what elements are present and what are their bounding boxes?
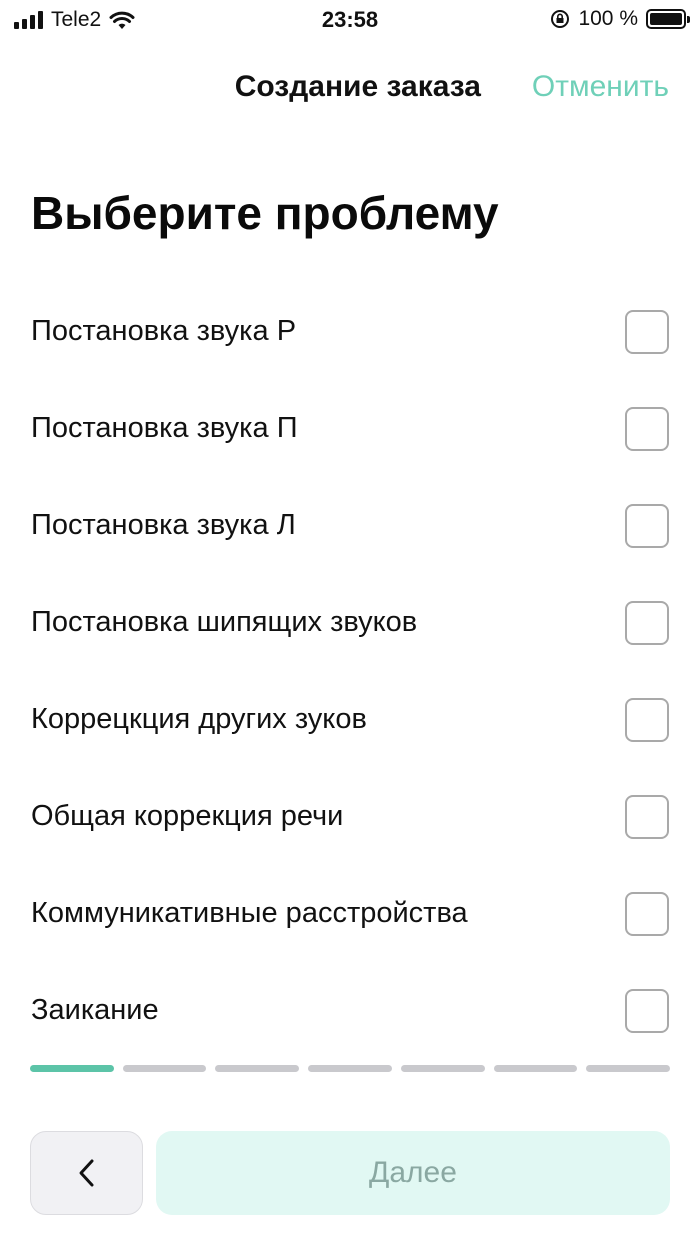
option-label: Постановка шипящих звуков: [31, 606, 418, 638]
back-button[interactable]: [30, 1131, 143, 1215]
step-progress: [30, 1065, 671, 1073]
page-title: Выберите проблему: [31, 187, 499, 239]
progress-step-3: [215, 1065, 300, 1072]
option-item[interactable]: Постановка звука П: [0, 380, 700, 477]
progress-step-4: [308, 1065, 392, 1072]
nav-title: Создание заказа: [234, 70, 481, 103]
option-checkbox[interactable]: [625, 989, 669, 1033]
progress-step-2: [122, 1065, 207, 1072]
battery-percent: 100 %: [578, 7, 638, 30]
progress-step-5: [400, 1065, 485, 1072]
status-bar: Tele2 23:58 100 %: [0, 0, 700, 40]
option-checkbox[interactable]: [625, 407, 669, 451]
option-label: Коммуникативные расстройства: [31, 897, 468, 929]
progress-step-6: [493, 1065, 578, 1072]
option-item[interactable]: Постановка звука Р: [0, 283, 700, 380]
option-checkbox[interactable]: [625, 698, 669, 742]
option-item[interactable]: Постановка звука Л: [0, 477, 700, 574]
option-checkbox[interactable]: [625, 795, 669, 839]
option-label: Постановка звука Л: [31, 509, 296, 541]
option-label: Постановка звука П: [31, 412, 298, 444]
next-button-label: Далее: [369, 1156, 457, 1189]
option-checkbox[interactable]: [625, 310, 669, 354]
status-bar-right: 100 %: [550, 7, 690, 31]
cancel-button[interactable]: Отменить: [532, 70, 669, 104]
option-label: Коррецкция других зуков: [31, 703, 367, 735]
option-checkbox[interactable]: [625, 892, 669, 936]
option-item[interactable]: Постановка шипящих звуков: [0, 574, 700, 671]
orientation-lock-icon: [551, 10, 570, 28]
option-item[interactable]: Коммуникативные расстройства: [0, 865, 700, 962]
option-label: Общая коррекция речи: [31, 800, 344, 832]
option-item[interactable]: Общая коррекция речи: [0, 768, 700, 865]
chevron-left-icon: [79, 1159, 93, 1187]
option-label: Постановка звука Р: [31, 315, 297, 347]
progress-step-7: [586, 1065, 671, 1072]
nav-header: Создание заказа Отменить: [0, 60, 700, 116]
option-item[interactable]: Заикание: [0, 962, 700, 1059]
option-item[interactable]: Коррецкция других зуков: [0, 671, 700, 768]
progress-step-1: [30, 1065, 114, 1072]
problem-options-list: Постановка звука Р Постановка звука П По…: [0, 283, 700, 1059]
option-label: Заикание: [31, 994, 159, 1026]
option-checkbox[interactable]: [625, 601, 669, 645]
next-button[interactable]: Далее: [156, 1131, 670, 1215]
battery-icon: [646, 9, 690, 29]
option-checkbox[interactable]: [625, 504, 669, 548]
